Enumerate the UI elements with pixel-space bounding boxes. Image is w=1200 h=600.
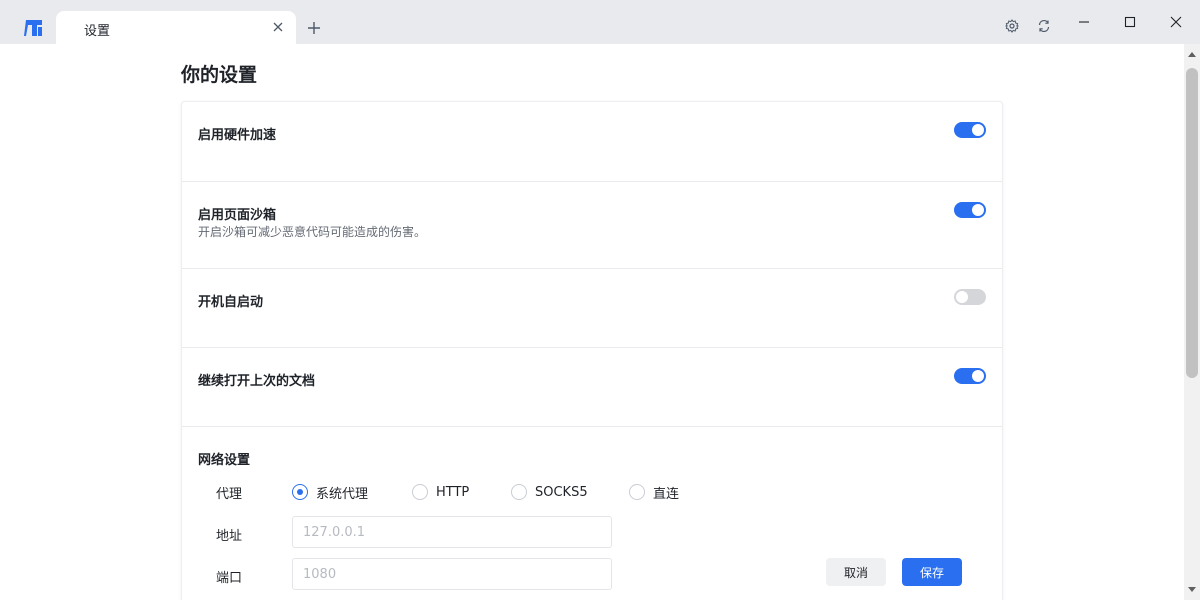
tab-title: 设置	[84, 24, 111, 39]
save-button[interactable]: 保存	[902, 558, 962, 586]
close-icon[interactable]	[1164, 10, 1188, 34]
app-logo-icon[interactable]	[22, 16, 46, 40]
gear-icon[interactable]	[1003, 17, 1021, 35]
toggle-knob	[972, 204, 984, 216]
toggle-knob	[972, 124, 984, 136]
vertical-scrollbar[interactable]	[1184, 44, 1200, 600]
setting-title: 启用页面沙箱	[198, 208, 277, 223]
launch-at-startup-toggle[interactable]	[954, 289, 986, 305]
setting-row-page-sandbox: 启用页面沙箱 开启沙箱可减少恶意代码可能造成的伤害。	[182, 182, 1002, 269]
radio-dot	[629, 484, 645, 500]
setting-description: 开启沙箱可减少恶意代码可能造成的伤害。	[198, 225, 427, 239]
setting-row-hardware-acceleration: 启用硬件加速	[182, 102, 1002, 182]
cancel-button[interactable]: 取消	[826, 558, 886, 586]
tab-settings[interactable]: 设置	[56, 11, 296, 44]
plus-icon[interactable]	[304, 18, 324, 38]
proxy-option-socks5[interactable]: SOCKS5	[511, 483, 588, 501]
page-title: 你的设置	[181, 64, 258, 86]
radio-label: SOCKS5	[535, 484, 588, 500]
toggle-knob	[972, 370, 984, 382]
close-icon[interactable]	[270, 19, 286, 35]
radio-dot	[511, 484, 527, 500]
port-input[interactable]	[292, 558, 612, 590]
scroll-down-icon[interactable]	[1184, 582, 1200, 598]
scrollbar-thumb[interactable]	[1186, 68, 1198, 378]
restore-documents-toggle[interactable]	[954, 368, 986, 384]
port-label: 端口	[216, 571, 243, 586]
hardware-acceleration-toggle[interactable]	[954, 122, 986, 138]
refresh-icon[interactable]	[1035, 17, 1053, 35]
radio-label: 系统代理	[316, 486, 369, 502]
setting-row-launch-at-startup: 开机自启动	[182, 269, 1002, 348]
proxy-option-direct[interactable]: 直连	[629, 483, 680, 502]
proxy-label: 代理	[216, 487, 243, 502]
setting-title: 开机自启动	[198, 295, 264, 310]
maximize-icon[interactable]	[1118, 10, 1142, 34]
page-sandbox-toggle[interactable]	[954, 202, 986, 218]
setting-title: 继续打开上次的文档	[198, 374, 316, 389]
proxy-option-http[interactable]: HTTP	[412, 483, 469, 501]
proxy-option-system[interactable]: 系统代理	[292, 483, 369, 502]
title-bar: 设置	[0, 0, 1200, 44]
address-input[interactable]	[292, 516, 612, 548]
toggle-knob	[956, 291, 968, 303]
radio-dot	[412, 484, 428, 500]
minimize-icon[interactable]	[1072, 10, 1096, 34]
radio-dot	[292, 484, 308, 500]
settings-card: 启用硬件加速 启用页面沙箱 开启沙箱可减少恶意代码可能造成的伤害。 开机自启动 …	[181, 101, 1003, 600]
address-label: 地址	[216, 529, 243, 544]
setting-title: 启用硬件加速	[198, 128, 277, 143]
settings-page: 你的设置 启用硬件加速 启用页面沙箱 开启沙箱可减少恶意代码可能造成的伤害。 开…	[0, 44, 1184, 600]
setting-row-restore-documents: 继续打开上次的文档	[182, 348, 1002, 427]
network-section-title: 网络设置	[198, 453, 251, 468]
radio-label: 直连	[653, 486, 680, 502]
scroll-up-icon[interactable]	[1184, 46, 1200, 62]
radio-label: HTTP	[436, 484, 470, 500]
